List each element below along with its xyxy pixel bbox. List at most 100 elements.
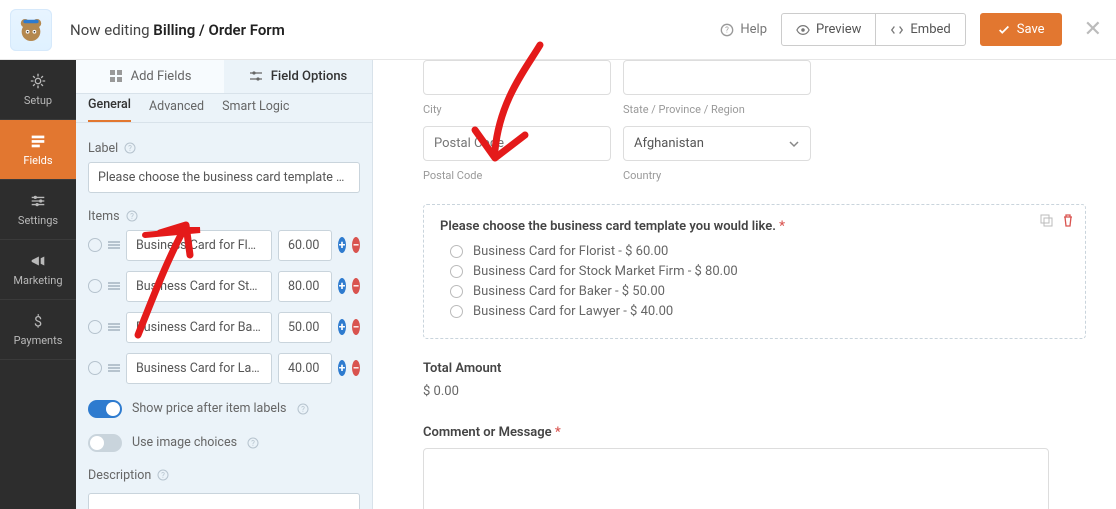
tab-add-fields[interactable]: Add Fields bbox=[76, 60, 224, 93]
help-label: Help bbox=[740, 22, 767, 37]
subtab-smart[interactable]: Smart Logic bbox=[222, 99, 289, 122]
svg-text:?: ? bbox=[301, 405, 305, 414]
drag-handle-icon[interactable] bbox=[108, 323, 120, 331]
label-input[interactable]: Please choose the business card template… bbox=[88, 162, 360, 193]
check-icon bbox=[997, 23, 1011, 37]
remove-item-icon[interactable]: − bbox=[352, 319, 360, 335]
choice-option-label: Business Card for Baker - $ 50.00 bbox=[473, 284, 665, 299]
choice-option-label: Business Card for Stock Market Firm - $ … bbox=[473, 264, 738, 279]
show-price-toggle-row: Show price after item labels ? bbox=[88, 400, 360, 418]
choice-field-block[interactable]: Please choose the business card template… bbox=[423, 204, 1086, 339]
svg-text:?: ? bbox=[161, 471, 165, 480]
city-input[interactable] bbox=[423, 60, 611, 95]
help-icon[interactable]: ? bbox=[157, 469, 169, 481]
embed-button[interactable]: Embed bbox=[875, 13, 965, 46]
choice-option[interactable]: Business Card for Baker - $ 50.00 bbox=[450, 284, 1069, 299]
item-default-radio[interactable] bbox=[88, 320, 102, 334]
city-sublabel: City bbox=[423, 103, 611, 116]
remove-item-icon[interactable]: − bbox=[352, 278, 360, 294]
subtab-advanced[interactable]: Advanced bbox=[149, 99, 204, 122]
help-icon: ? bbox=[720, 23, 734, 37]
state-input[interactable] bbox=[623, 60, 811, 95]
show-price-toggle[interactable] bbox=[88, 400, 122, 418]
remove-item-icon[interactable]: − bbox=[352, 237, 360, 253]
country-value: Afghanistan bbox=[634, 136, 704, 151]
trash-icon[interactable] bbox=[1061, 213, 1075, 227]
add-item-icon[interactable]: + bbox=[338, 237, 346, 253]
add-item-icon[interactable]: + bbox=[338, 360, 346, 376]
image-choices-toggle[interactable] bbox=[88, 434, 122, 452]
required-star: * bbox=[779, 219, 785, 234]
tab-field-options-label: Field Options bbox=[271, 69, 348, 84]
nav-marketing[interactable]: Marketing bbox=[0, 240, 76, 300]
add-item-icon[interactable]: + bbox=[338, 319, 346, 335]
field-actions bbox=[1039, 213, 1075, 227]
help-icon[interactable]: ? bbox=[126, 210, 138, 222]
nav-setup-label: Setup bbox=[24, 94, 52, 107]
item-price-input[interactable]: 40.00 bbox=[278, 353, 332, 384]
country-sublabel: Country bbox=[623, 169, 811, 182]
drag-handle-icon[interactable] bbox=[108, 282, 120, 290]
panel-tabs: Add Fields Field Options bbox=[76, 60, 372, 94]
postal-sublabel: Postal Code bbox=[423, 169, 611, 182]
add-item-icon[interactable]: + bbox=[338, 278, 346, 294]
item-row: Business Card for Florist 60.00 + − bbox=[88, 230, 360, 261]
item-default-radio[interactable] bbox=[88, 238, 102, 252]
fields-icon bbox=[29, 132, 47, 150]
subtab-general[interactable]: General bbox=[88, 97, 131, 122]
item-price-input[interactable]: 50.00 bbox=[278, 312, 332, 343]
tab-add-fields-label: Add Fields bbox=[131, 69, 192, 84]
form-name: Billing / Order Form bbox=[153, 21, 284, 39]
nav-marketing-label: Marketing bbox=[13, 274, 62, 287]
megaphone-icon bbox=[29, 252, 47, 270]
comment-textarea[interactable] bbox=[423, 448, 1049, 509]
choice-field-label: Please choose the business card template… bbox=[440, 219, 1069, 234]
preview-button[interactable]: Preview bbox=[781, 13, 876, 46]
item-name-input[interactable]: Business Card for Lawyer bbox=[126, 353, 272, 384]
postal-input[interactable] bbox=[423, 126, 611, 161]
preview-label: Preview bbox=[816, 22, 861, 37]
nav-fields-label: Fields bbox=[23, 154, 52, 167]
grid-icon bbox=[109, 69, 123, 83]
tab-field-options[interactable]: Field Options bbox=[224, 60, 372, 93]
chevron-down-icon bbox=[788, 138, 800, 150]
item-default-radio[interactable] bbox=[88, 361, 102, 375]
help-icon[interactable]: ? bbox=[124, 142, 136, 154]
help-link[interactable]: ? Help bbox=[720, 22, 767, 37]
state-sublabel: State / Province / Region bbox=[623, 103, 811, 116]
left-nav: Setup Fields Settings Marketing $ Paymen… bbox=[0, 60, 76, 509]
editing-prefix: Now editing bbox=[70, 21, 153, 39]
description-heading: Description ? bbox=[88, 468, 360, 483]
item-price-input[interactable]: 80.00 bbox=[278, 271, 332, 302]
choice-option[interactable]: Business Card for Lawyer - $ 40.00 bbox=[450, 304, 1069, 319]
close-button[interactable]: ✕ bbox=[1084, 17, 1102, 42]
field-panel: Add Fields Field Options General Advance… bbox=[76, 60, 373, 509]
item-name-input[interactable]: Business Card for Baker bbox=[126, 312, 272, 343]
duplicate-icon[interactable] bbox=[1039, 213, 1053, 227]
nav-setup[interactable]: Setup bbox=[0, 60, 76, 120]
image-choices-label: Use image choices bbox=[132, 435, 237, 450]
remove-item-icon[interactable]: − bbox=[352, 360, 360, 376]
item-name-input[interactable]: Business Card for Florist bbox=[126, 230, 272, 261]
nav-settings[interactable]: Settings bbox=[0, 180, 76, 240]
image-choices-toggle-row: Use image choices ? bbox=[88, 434, 360, 452]
code-icon bbox=[890, 23, 904, 37]
drag-handle-icon[interactable] bbox=[108, 364, 120, 372]
item-price-input[interactable]: 60.00 bbox=[278, 230, 332, 261]
description-textarea[interactable] bbox=[88, 493, 360, 509]
embed-label: Embed bbox=[910, 22, 950, 37]
drag-handle-icon[interactable] bbox=[108, 241, 120, 249]
choice-option[interactable]: Business Card for Florist - $ 60.00 bbox=[450, 244, 1069, 259]
help-icon[interactable]: ? bbox=[247, 437, 259, 449]
sliders-small-icon bbox=[249, 69, 263, 83]
save-button[interactable]: Save bbox=[980, 13, 1062, 46]
nav-payments[interactable]: $ Payments bbox=[0, 300, 76, 360]
help-icon[interactable]: ? bbox=[297, 403, 309, 415]
item-name-input[interactable]: Business Card for Stock M bbox=[126, 271, 272, 302]
dollar-icon: $ bbox=[29, 312, 47, 330]
item-default-radio[interactable] bbox=[88, 279, 102, 293]
country-select[interactable]: Afghanistan bbox=[623, 126, 811, 161]
radio-icon bbox=[450, 245, 463, 258]
choice-option[interactable]: Business Card for Stock Market Firm - $ … bbox=[450, 264, 1069, 279]
nav-fields[interactable]: Fields bbox=[0, 120, 76, 180]
